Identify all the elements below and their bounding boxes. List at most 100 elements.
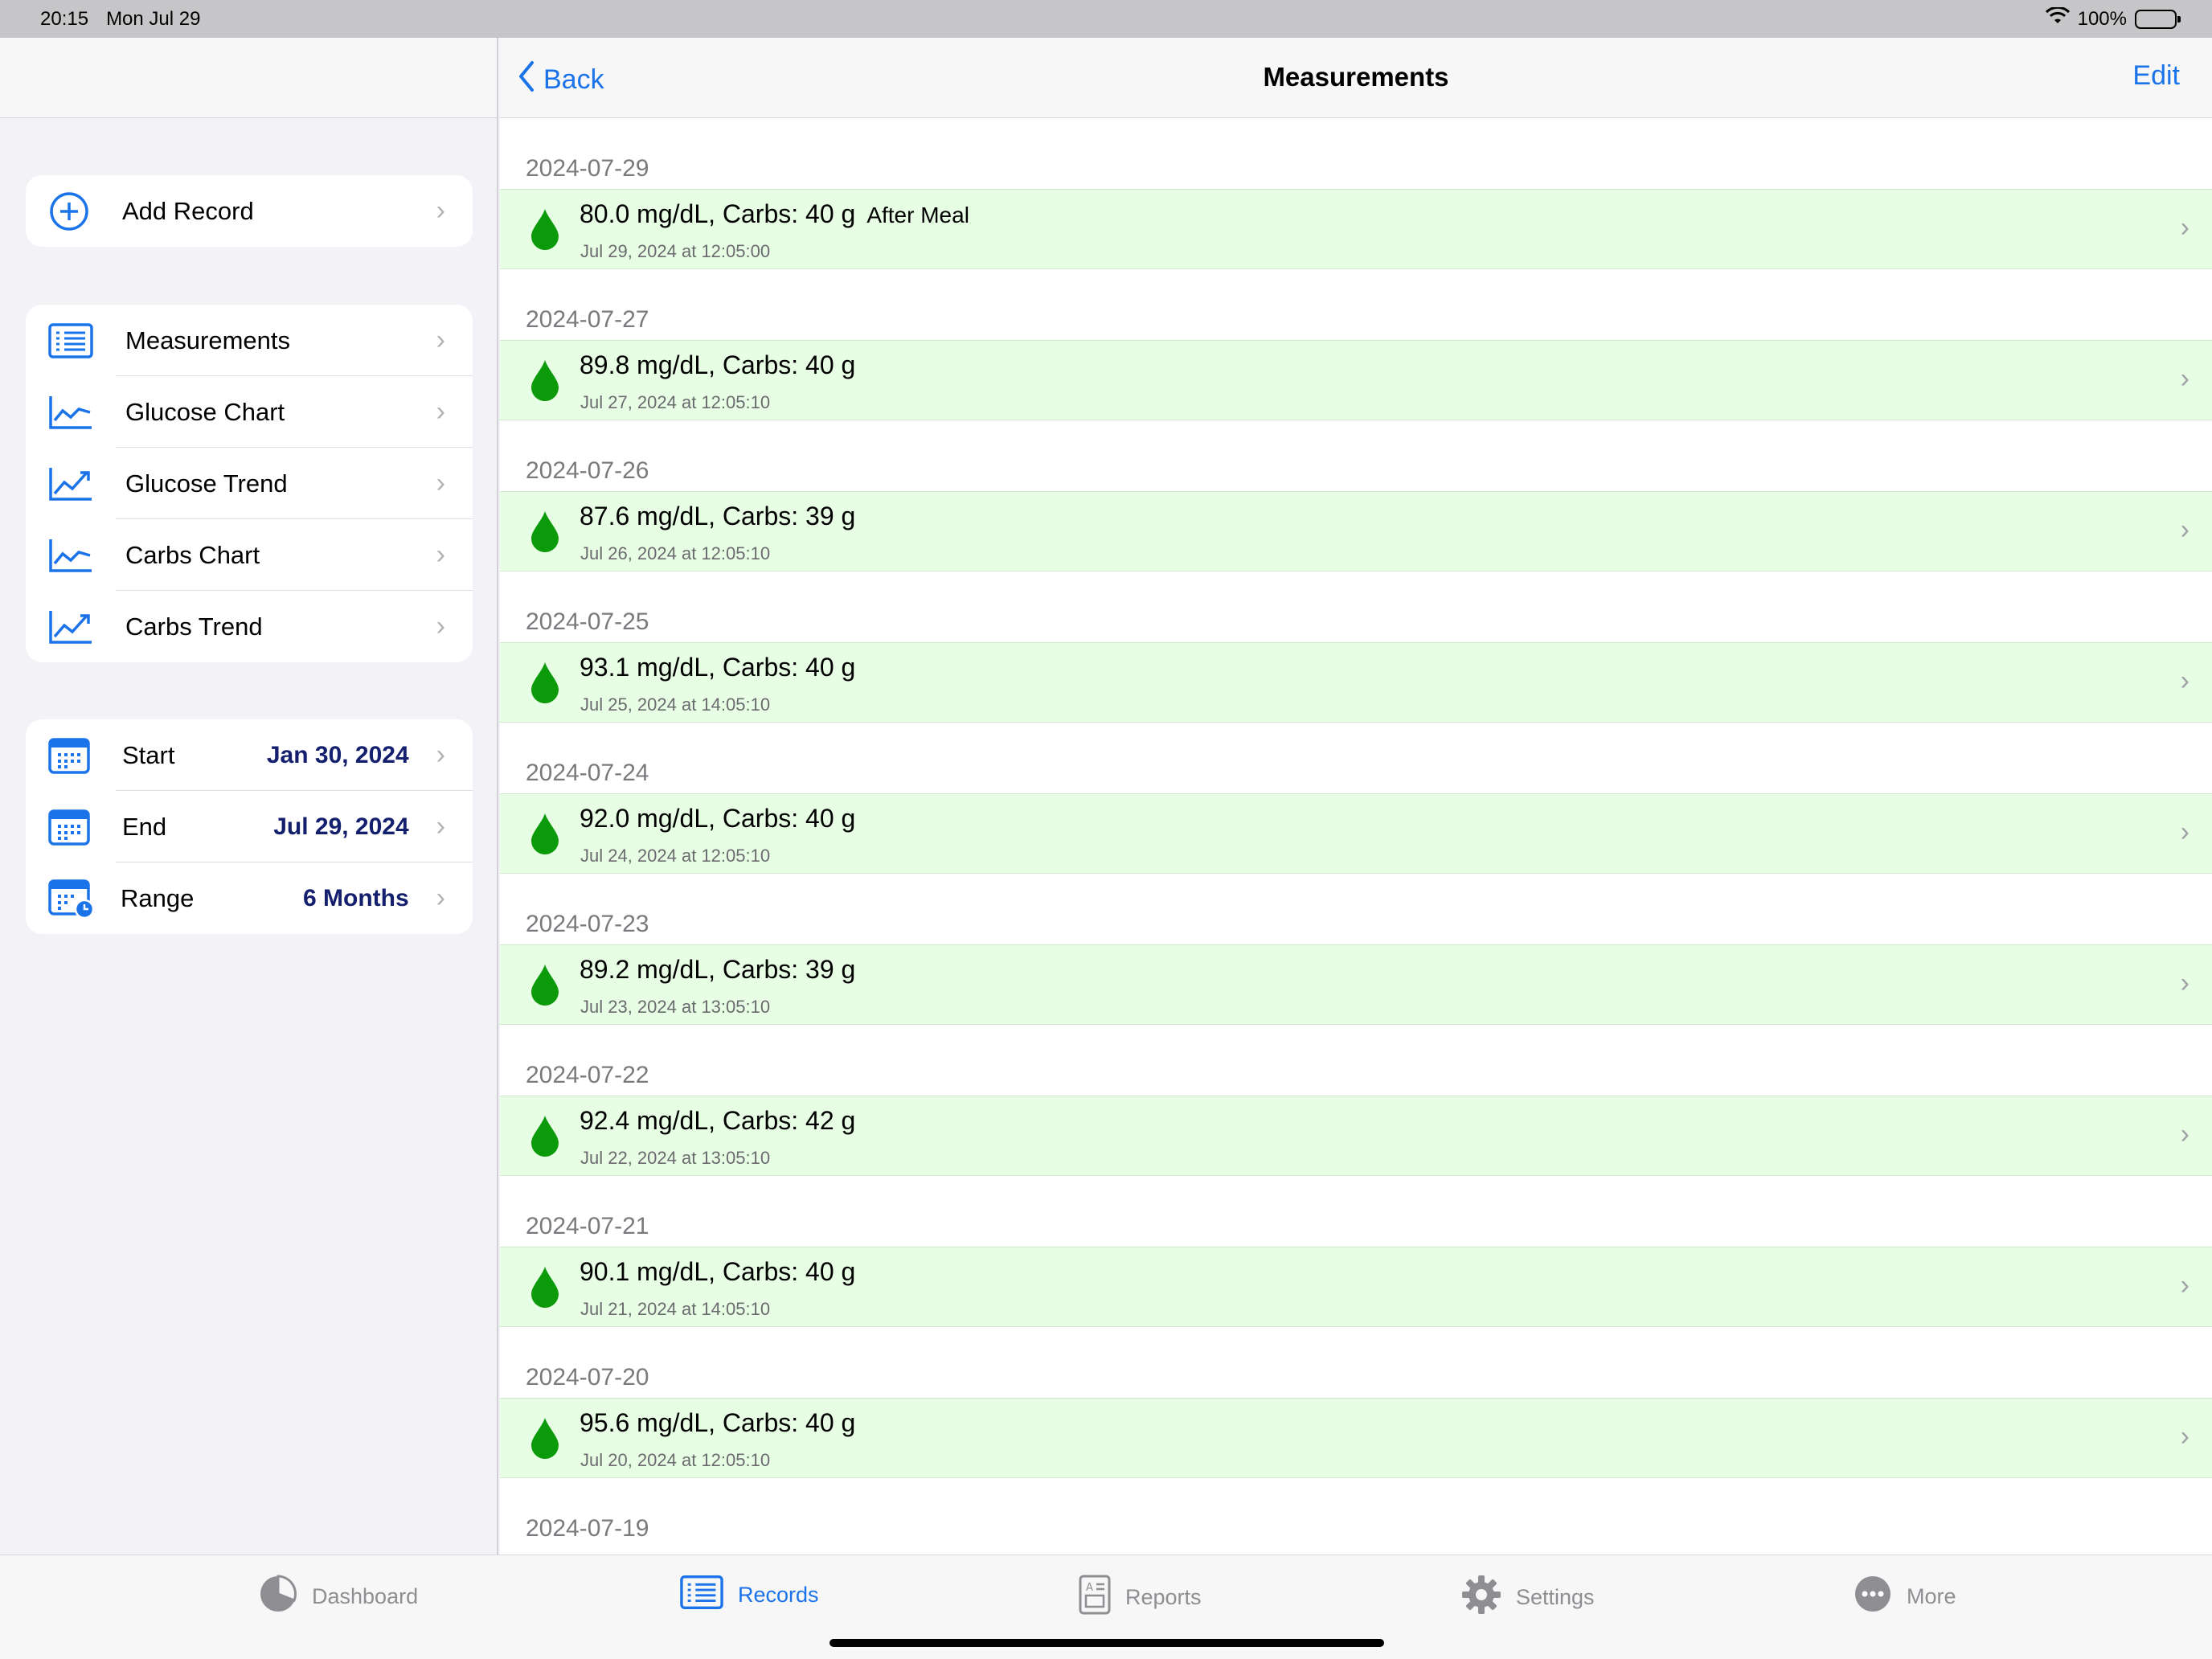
chevron-right-icon: ›	[436, 396, 445, 427]
table-row[interactable]: 89.2 mg/dL, Carbs: 39 g Jul 23, 2024 at …	[500, 944, 2212, 1025]
record-timestamp: Jul 26, 2024 at 12:05:10	[580, 543, 771, 563]
start-value: Jan 30, 2024	[266, 741, 409, 768]
blood-drop-icon	[529, 812, 561, 859]
ellipsis-icon	[1854, 1575, 1892, 1619]
record-value: 90.1 mg/dL, Carbs: 40 g	[580, 1257, 856, 1286]
tab-label: Settings	[1516, 1585, 1595, 1609]
record-timestamp: Jul 22, 2024 at 13:05:10	[580, 1148, 771, 1168]
sidebar-item-label: Glucose Trend	[125, 469, 288, 498]
chevron-right-icon: ›	[436, 195, 445, 226]
tab-label: Dashboard	[312, 1584, 419, 1608]
record-tag: After Meal	[866, 203, 969, 227]
list-icon	[48, 322, 96, 358]
record-value: 89.2 mg/dL, Carbs: 39 g	[580, 955, 856, 984]
record-value: 87.6 mg/dL, Carbs: 39 g	[580, 502, 856, 530]
section-header: 2024-07-25	[526, 608, 649, 635]
chevron-right-icon: ›	[2180, 968, 2189, 998]
record-value: 93.1 mg/dL, Carbs: 40 g	[580, 653, 856, 682]
pie-chart-icon	[259, 1575, 297, 1619]
navigation-bar: Back Measurements Edit	[500, 38, 2212, 118]
table-row[interactable]: 89.8 mg/dL, Carbs: 40 g Jul 27, 2024 at …	[500, 340, 2212, 420]
record-value: 92.0 mg/dL, Carbs: 40 g	[580, 804, 856, 833]
sidebar-item-glucose-chart[interactable]: Glucose Chart ›	[26, 376, 473, 448]
sidebar-item-label: Measurements	[125, 326, 291, 354]
section-header: 2024-07-21	[526, 1213, 649, 1239]
sidebar-item-glucose-trend[interactable]: Glucose Trend ›	[26, 448, 473, 519]
chevron-right-icon: ›	[436, 739, 445, 770]
plus-circle-icon	[48, 190, 96, 232]
date-range-group: Start Jan 30, 2024 › End Jul 29, 2024 › …	[26, 719, 473, 934]
record-value: 80.0 mg/dL, Carbs: 40 g	[580, 199, 856, 228]
sidebar-item-label: Carbs Chart	[125, 540, 260, 569]
report-icon: A	[1079, 1575, 1111, 1620]
table-row[interactable]: 87.6 mg/dL, Carbs: 39 g Jul 26, 2024 at …	[500, 491, 2212, 571]
sidebar-item-label: Glucose Chart	[125, 397, 285, 426]
add-record-group: Add Record ›	[26, 175, 473, 247]
home-indicator[interactable]	[830, 1639, 1384, 1647]
chevron-right-icon: ›	[436, 539, 445, 570]
record-value: 89.8 mg/dL, Carbs: 40 g	[580, 350, 856, 379]
record-value: 92.4 mg/dL, Carbs: 42 g	[580, 1106, 856, 1135]
add-record-button[interactable]: Add Record ›	[26, 175, 473, 247]
section-header: 2024-07-24	[526, 760, 649, 786]
sidebar-item-carbs-trend[interactable]: Carbs Trend ›	[26, 591, 473, 662]
table-row[interactable]: 92.4 mg/dL, Carbs: 42 g Jul 22, 2024 at …	[500, 1096, 2212, 1176]
table-row[interactable]: 95.6 mg/dL, Carbs: 40 g Jul 20, 2024 at …	[500, 1398, 2212, 1478]
table-row[interactable]: 80.0 mg/dL, Carbs: 40 g After Meal Jul 29…	[500, 189, 2212, 269]
section-header: 2024-07-19	[526, 1515, 649, 1542]
records-list[interactable]: 2024-07-29 80.0 mg/dL, Carbs: 40 g After …	[500, 118, 2212, 1549]
tab-more[interactable]: More	[1854, 1575, 1956, 1619]
calendar-icon	[48, 809, 96, 846]
tab-label: More	[1907, 1584, 1956, 1608]
range-value: 6 Months	[303, 884, 409, 911]
edit-button[interactable]: Edit	[2132, 60, 2180, 92]
sidebar-item-label: Carbs Trend	[125, 612, 263, 641]
chevron-right-icon: ›	[2180, 1119, 2189, 1149]
chevron-right-icon: ›	[436, 468, 445, 498]
table-row[interactable]: 92.0 mg/dL, Carbs: 40 g Jul 24, 2024 at …	[500, 793, 2212, 874]
section-header: 2024-07-23	[526, 911, 649, 937]
chevron-right-icon: ›	[436, 883, 445, 913]
chevron-right-icon: ›	[2180, 1270, 2189, 1301]
sidebar: Add Record › Measurements › Glucose Char…	[0, 38, 498, 1555]
range-row[interactable]: Range 6 Months ›	[26, 862, 473, 934]
table-row[interactable]: 93.1 mg/dL, Carbs: 40 g Jul 25, 2024 at …	[500, 642, 2212, 723]
record-timestamp: Jul 27, 2024 at 12:05:10	[580, 392, 771, 412]
tab-records[interactable]: Records	[680, 1575, 819, 1616]
main-content: Back Measurements Edit 2024-07-29 80.0 m…	[500, 38, 2212, 1555]
record-timestamp: Jul 25, 2024 at 14:05:10	[580, 694, 771, 715]
blood-drop-icon	[529, 1114, 561, 1161]
end-label: End	[122, 812, 167, 841]
battery-icon	[2135, 9, 2181, 29]
section-header: 2024-07-22	[526, 1062, 649, 1088]
chevron-right-icon: ›	[436, 811, 445, 842]
tab-label: Reports	[1125, 1585, 1202, 1609]
status-date: Mon Jul 29	[106, 7, 201, 30]
start-date-row[interactable]: Start Jan 30, 2024 ›	[26, 719, 473, 791]
trend-icon	[48, 466, 96, 502]
sidebar-header	[0, 38, 497, 118]
tab-bar: Dashboard Records A Reports Settings Mor…	[0, 1555, 2212, 1659]
sidebar-item-carbs-chart[interactable]: Carbs Chart ›	[26, 519, 473, 591]
sidebar-item-measurements[interactable]: Measurements ›	[26, 305, 473, 376]
blood-drop-icon	[529, 510, 561, 557]
blood-drop-icon	[529, 1265, 561, 1313]
blood-drop-icon	[529, 358, 561, 406]
tab-reports[interactable]: A Reports	[1079, 1575, 1202, 1620]
chevron-right-icon: ›	[436, 611, 445, 641]
tab-dashboard[interactable]: Dashboard	[259, 1575, 418, 1619]
tab-settings[interactable]: Settings	[1461, 1575, 1595, 1620]
table-row[interactable]: 90.1 mg/dL, Carbs: 40 g Jul 21, 2024 at …	[500, 1247, 2212, 1327]
blood-drop-icon	[529, 207, 561, 255]
start-label: Start	[122, 740, 175, 769]
svg-text:A: A	[1086, 1582, 1093, 1594]
blood-drop-icon	[529, 1416, 561, 1464]
end-value: Jul 29, 2024	[273, 813, 409, 840]
record-timestamp: Jul 20, 2024 at 12:05:10	[580, 1450, 771, 1470]
end-date-row[interactable]: End Jul 29, 2024 ›	[26, 791, 473, 862]
chevron-right-icon: ›	[2180, 666, 2189, 696]
calendar-icon	[48, 737, 96, 774]
chevron-right-icon: ›	[436, 325, 445, 355]
record-timestamp: Jul 21, 2024 at 14:05:10	[580, 1299, 771, 1319]
line-chart-icon	[48, 538, 96, 573]
